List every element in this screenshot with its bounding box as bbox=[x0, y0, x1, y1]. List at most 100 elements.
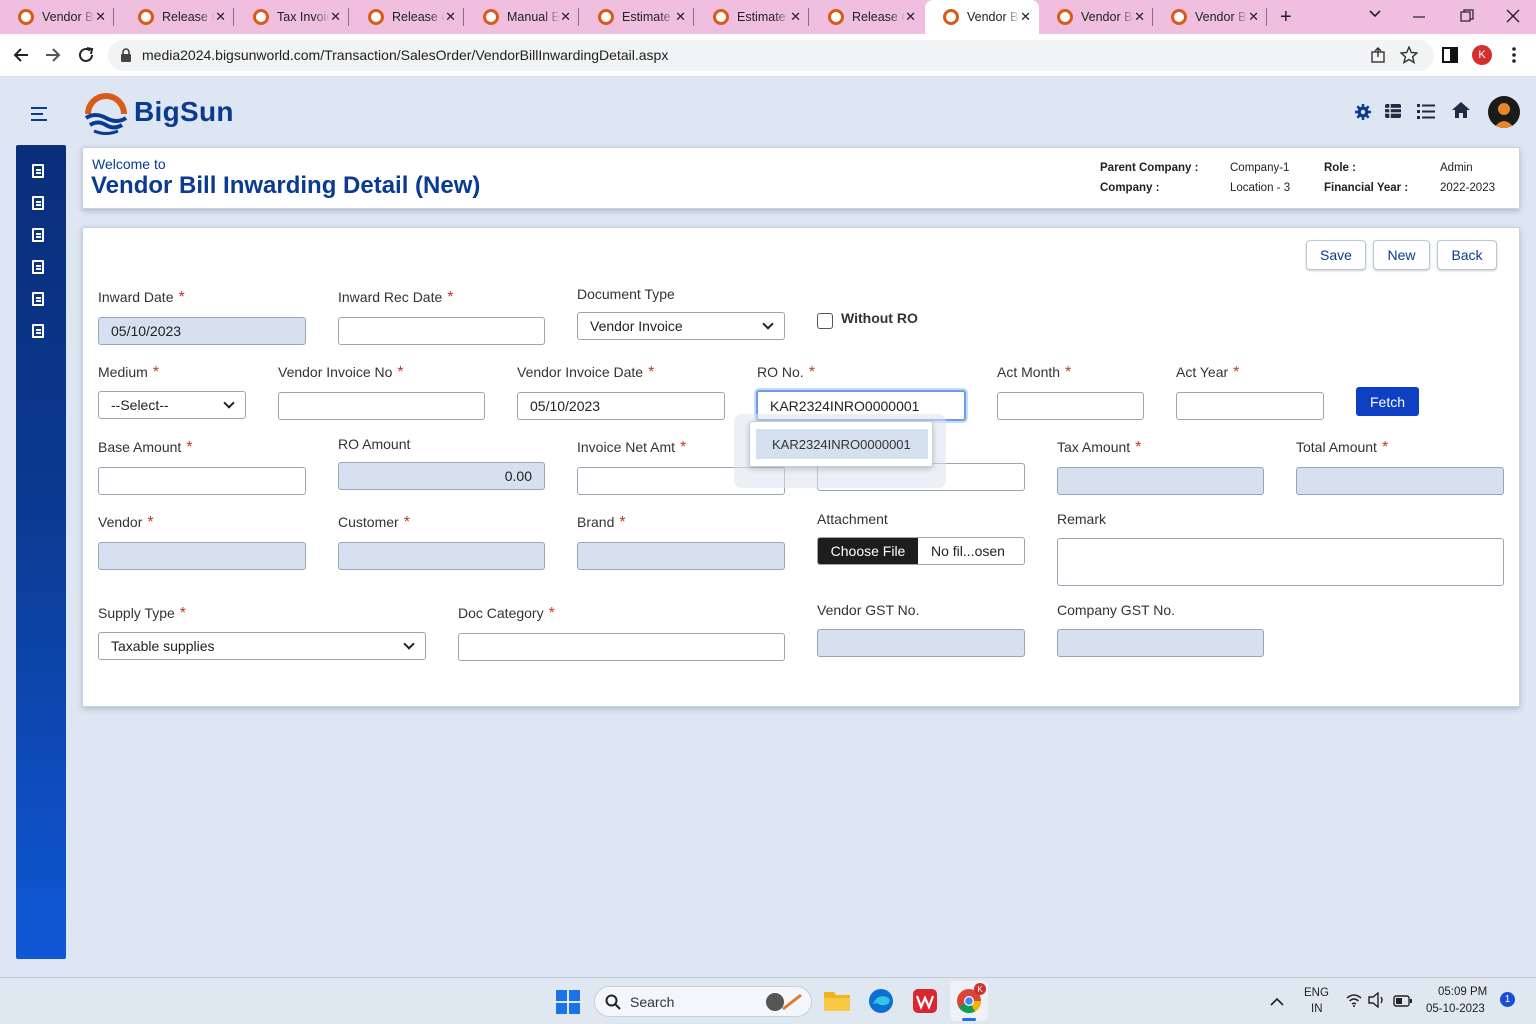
sidebar-document-icon[interactable] bbox=[32, 324, 44, 338]
tab-close-icon[interactable]: ✕ bbox=[330, 9, 341, 25]
restore-icon[interactable] bbox=[1460, 9, 1474, 26]
inward-date-label: Inward Date * bbox=[98, 289, 185, 306]
tab-close-icon[interactable]: ✕ bbox=[675, 9, 686, 25]
browser-tab[interactable]: Tax Invoice✕ bbox=[235, 0, 349, 34]
hamburger-menu-icon[interactable] bbox=[31, 107, 49, 124]
act-year-field[interactable] bbox=[1176, 392, 1324, 420]
menu-dots-icon[interactable] bbox=[1512, 47, 1516, 66]
browser-tab[interactable]: Estimate ✕ bbox=[695, 0, 809, 34]
site-favicon-icon bbox=[483, 9, 499, 25]
without-ro-label: Without RO bbox=[841, 310, 918, 326]
role-label: Role : bbox=[1324, 162, 1356, 174]
forward-arrow-icon[interactable] bbox=[44, 46, 62, 67]
browser-tab[interactable]: Vendor Bill✕ bbox=[1039, 0, 1153, 34]
parent-company-value: Company-1 bbox=[1230, 162, 1290, 174]
medium-select[interactable]: --Select-- bbox=[98, 391, 246, 419]
notification-badge[interactable]: 1 bbox=[1500, 992, 1515, 1007]
medium-value: --Select-- bbox=[111, 397, 169, 413]
ro-suggestion-item[interactable]: KAR2324INRO0000001 bbox=[756, 429, 928, 459]
sidebar-document-icon[interactable] bbox=[32, 228, 44, 242]
address-bar[interactable]: media2024.bigsunworld.com/Transaction/Sa… bbox=[108, 40, 1434, 71]
chevron-up-icon[interactable] bbox=[1270, 994, 1284, 1010]
sidebar-document-icon[interactable] bbox=[32, 164, 44, 178]
document-type-select[interactable]: Vendor Invoice bbox=[577, 312, 785, 340]
bookmark-star-icon[interactable] bbox=[1399, 45, 1419, 67]
home-icon[interactable] bbox=[1451, 101, 1471, 122]
language-code[interactable]: ENG bbox=[1304, 987, 1329, 999]
browser-tab[interactable]: Vendor Bill✕ bbox=[1153, 0, 1267, 34]
choose-file-button[interactable]: Choose File bbox=[818, 538, 918, 564]
new-button[interactable]: New bbox=[1373, 240, 1430, 270]
browser-tab[interactable]: Release Order✕ bbox=[350, 0, 464, 34]
tab-close-icon[interactable]: ✕ bbox=[790, 9, 801, 25]
act-month-field[interactable] bbox=[997, 392, 1144, 420]
tab-close-icon[interactable]: ✕ bbox=[1020, 9, 1031, 25]
close-window-icon[interactable] bbox=[1506, 9, 1520, 26]
vendor-invoice-no-label: Vendor Invoice No * bbox=[278, 364, 404, 381]
vendor-invoice-date-field[interactable]: 05/10/2023 bbox=[517, 392, 725, 420]
tab-close-icon[interactable]: ✕ bbox=[1134, 9, 1145, 25]
site-favicon-icon bbox=[943, 9, 959, 25]
taskbar-search-box[interactable]: Search bbox=[594, 986, 812, 1017]
browser-tab[interactable]: Vendor Bill✕ bbox=[0, 0, 114, 34]
region-code[interactable]: IN bbox=[1311, 1003, 1323, 1015]
browser-tab[interactable]: Vendor Bill✕ bbox=[925, 0, 1039, 34]
sidebar-document-icon[interactable] bbox=[32, 260, 44, 274]
base-amount-field[interactable] bbox=[98, 467, 306, 495]
browser-tab[interactable]: Release Order✕ bbox=[810, 0, 924, 34]
without-ro-checkbox[interactable] bbox=[817, 313, 833, 329]
edge-browser-icon[interactable] bbox=[868, 988, 894, 1017]
windows-start-icon[interactable] bbox=[556, 990, 580, 1017]
user-avatar[interactable] bbox=[1488, 96, 1520, 128]
vendor-field bbox=[98, 542, 306, 570]
attachment-file-input[interactable]: Choose File No fil...osen bbox=[817, 537, 1025, 565]
clock-date[interactable]: 05-10-2023 bbox=[1426, 1003, 1485, 1015]
chrome-taskbar-item[interactable]: K bbox=[950, 981, 988, 1021]
vendor-invoice-no-field[interactable] bbox=[278, 392, 485, 420]
tab-title: Manual Entry bbox=[507, 10, 560, 24]
tab-title: Vendor Bill bbox=[1195, 10, 1249, 24]
tab-separator bbox=[1266, 8, 1267, 26]
file-explorer-icon[interactable] bbox=[824, 989, 850, 1014]
chevron-down-icon bbox=[223, 397, 235, 409]
left-sidebar bbox=[16, 145, 66, 959]
sidebar-document-icon[interactable] bbox=[32, 292, 44, 306]
fetch-button[interactable]: Fetch bbox=[1356, 387, 1419, 416]
browser-tab[interactable]: Release Order✕ bbox=[120, 0, 234, 34]
save-button[interactable]: Save bbox=[1306, 240, 1366, 270]
clock-time[interactable]: 05:09 PM bbox=[1438, 986, 1487, 998]
settings-gear-icon[interactable] bbox=[1355, 104, 1371, 123]
tab-search-icon[interactable] bbox=[1368, 6, 1382, 23]
tab-close-icon[interactable]: ✕ bbox=[215, 9, 226, 25]
wps-office-icon[interactable] bbox=[912, 988, 938, 1017]
minimize-icon[interactable] bbox=[1412, 10, 1426, 27]
welcome-text: Welcome to bbox=[92, 156, 166, 172]
tab-close-icon[interactable]: ✕ bbox=[905, 9, 916, 25]
new-tab-button[interactable]: + bbox=[1280, 6, 1292, 29]
inward-date-field[interactable]: 05/10/2023 bbox=[98, 317, 306, 345]
volume-icon[interactable] bbox=[1368, 991, 1386, 1011]
tab-close-icon[interactable]: ✕ bbox=[95, 9, 106, 25]
sidebar-document-icon[interactable] bbox=[32, 196, 44, 210]
inward-rec-date-field[interactable] bbox=[338, 317, 545, 345]
tab-close-icon[interactable]: ✕ bbox=[560, 9, 571, 25]
tab-separator bbox=[233, 8, 234, 26]
tab-close-icon[interactable]: ✕ bbox=[1248, 9, 1259, 25]
reload-icon[interactable] bbox=[77, 46, 95, 67]
battery-icon[interactable] bbox=[1393, 994, 1413, 1010]
browser-tab[interactable]: Estimate ✕ bbox=[580, 0, 694, 34]
doc-category-field[interactable] bbox=[458, 633, 785, 661]
supply-type-select[interactable]: Taxable supplies bbox=[98, 632, 426, 660]
profile-avatar[interactable]: K bbox=[1472, 45, 1492, 65]
wifi-icon[interactable] bbox=[1346, 993, 1362, 1010]
back-arrow-icon[interactable] bbox=[12, 46, 30, 67]
list-view-icon[interactable] bbox=[1417, 103, 1435, 122]
browser-tab[interactable]: Manual Entry✕ bbox=[465, 0, 579, 34]
back-button[interactable]: Back bbox=[1437, 240, 1497, 270]
remark-textarea[interactable] bbox=[1057, 538, 1504, 586]
site-favicon-icon bbox=[253, 9, 269, 25]
table-view-icon[interactable] bbox=[1384, 103, 1402, 122]
tab-close-icon[interactable]: ✕ bbox=[445, 9, 456, 25]
sidebar-panel-icon[interactable] bbox=[1442, 47, 1458, 66]
share-icon[interactable] bbox=[1370, 47, 1386, 66]
